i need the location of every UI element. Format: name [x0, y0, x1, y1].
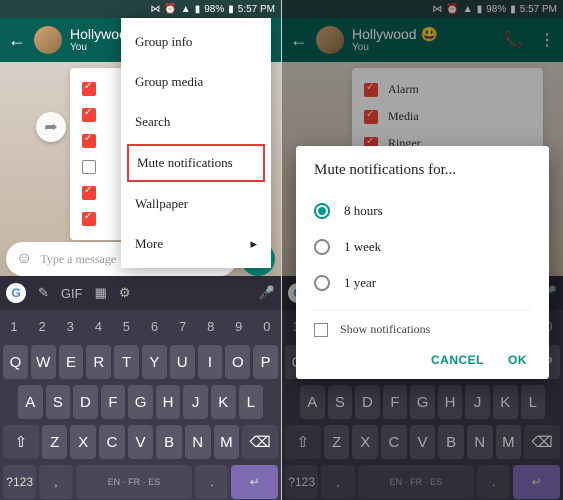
key[interactable]: O	[225, 345, 250, 379]
key[interactable]: W	[31, 345, 56, 379]
key[interactable]: 4	[84, 310, 112, 342]
google-icon[interactable]: G	[6, 283, 26, 303]
key[interactable]: K	[211, 385, 236, 419]
dialog-title: Mute notifications for...	[314, 162, 531, 179]
menu-wallpaper[interactable]: Wallpaper	[121, 184, 271, 224]
menu-group-media[interactable]: Group media	[121, 62, 271, 102]
symbols-key[interactable]: ?123	[3, 465, 36, 499]
chevron-right-icon: ▸	[250, 236, 257, 252]
checkbox-icon	[82, 160, 96, 174]
key[interactable]: U	[170, 345, 195, 379]
status-bar: ⋈ ⏰ ▲ ▮ 98% ▮ 5:57 PM	[0, 0, 281, 18]
key[interactable]: A	[18, 385, 43, 419]
key[interactable]: 6	[140, 310, 168, 342]
kb-row2: ASDFGHJKL	[0, 382, 281, 422]
menu-search[interactable]: Search	[121, 102, 271, 142]
checkbox-icon	[82, 82, 96, 96]
backspace-key[interactable]: ⌫	[242, 425, 278, 459]
radio-icon	[314, 203, 330, 219]
wifi-icon: ▲	[181, 4, 191, 15]
back-button[interactable]: ←	[8, 30, 26, 51]
ok-button[interactable]: OK	[508, 353, 527, 367]
comma-key[interactable]: ,	[39, 465, 72, 499]
menu-group-info[interactable]: Group info	[121, 22, 271, 62]
kb-row3: ⇧ ZXCVBNM ⌫	[0, 422, 281, 462]
key[interactable]: 8	[197, 310, 225, 342]
show-notifications-checkbox[interactable]: Show notifications	[314, 309, 531, 345]
key[interactable]: L	[239, 385, 264, 419]
battery-pct: 98%	[204, 4, 224, 15]
clock: 5:57 PM	[238, 4, 275, 15]
key[interactable]: T	[114, 345, 139, 379]
checkbox-icon	[82, 108, 96, 122]
forward-fab[interactable]: ➦	[36, 112, 66, 142]
screen-right: ⋈ ⏰ ▲ ▮ 98% ▮ 5:57 PM ← Hollywood😃 You 📞…	[282, 0, 563, 500]
key[interactable]: 9	[225, 310, 253, 342]
kb-mic-icon[interactable]: 🎤	[259, 285, 275, 301]
checkbox-icon	[82, 212, 96, 226]
key[interactable]: G	[128, 385, 153, 419]
key[interactable]: N	[185, 425, 211, 459]
alarm-icon: ⏰	[164, 4, 176, 15]
kb-settings-icon[interactable]: ⚙	[119, 285, 131, 301]
avatar[interactable]	[34, 26, 62, 54]
radio-1year[interactable]: 1 year	[314, 265, 531, 301]
shift-key[interactable]: ⇧	[3, 425, 39, 459]
radio-8hours[interactable]: 8 hours	[314, 193, 531, 229]
kb-bottom: ?123 , EN · FR · ES . ↵	[0, 462, 281, 500]
key[interactable]: 3	[56, 310, 84, 342]
radio-1week[interactable]: 1 week	[314, 229, 531, 265]
key[interactable]: Z	[42, 425, 68, 459]
key[interactable]: B	[156, 425, 182, 459]
kb-handwrite-icon[interactable]: ✎	[38, 285, 49, 301]
key[interactable]: R	[86, 345, 111, 379]
menu-more[interactable]: More▸	[121, 224, 271, 264]
mute-dialog: Mute notifications for... 8 hours 1 week…	[296, 146, 549, 379]
kb-num-row: 1234567890	[0, 310, 281, 342]
signal-icon: ▮	[195, 4, 201, 15]
key[interactable]: S	[46, 385, 71, 419]
key[interactable]: H	[156, 385, 181, 419]
key[interactable]: 1	[0, 310, 28, 342]
checkbox-icon	[82, 134, 96, 148]
key[interactable]: F	[101, 385, 126, 419]
key[interactable]: J	[183, 385, 208, 419]
enter-key[interactable]: ↵	[231, 465, 278, 499]
key[interactable]: 7	[169, 310, 197, 342]
emoji-icon[interactable]: ☺	[16, 250, 32, 268]
cancel-button[interactable]: CANCEL	[431, 353, 484, 367]
screen-left: ⋈ ⏰ ▲ ▮ 98% ▮ 5:57 PM ← Hollywood😃 You ➦…	[0, 0, 281, 500]
nfc-icon: ⋈	[150, 4, 160, 15]
radio-icon	[314, 239, 330, 255]
keyboard: G ✎ GIF ▦ ⚙ 🎤 1234567890 QWERTYUIOP ASDF…	[0, 276, 281, 500]
key[interactable]: D	[73, 385, 98, 419]
key[interactable]: X	[70, 425, 96, 459]
menu-mute-notifications[interactable]: Mute notifications	[127, 144, 265, 182]
key[interactable]: 5	[112, 310, 140, 342]
checkbox-icon	[314, 323, 328, 337]
key[interactable]: 0	[253, 310, 281, 342]
key[interactable]: M	[214, 425, 240, 459]
kb-row1: QWERTYUIOP	[0, 342, 281, 382]
key[interactable]: I	[198, 345, 223, 379]
key[interactable]: E	[59, 345, 84, 379]
space-key[interactable]: EN · FR · ES	[76, 465, 193, 499]
kb-gif[interactable]: GIF	[61, 286, 83, 301]
overflow-menu: Group info Group media Search Mute notif…	[121, 18, 271, 268]
kb-clipboard-icon[interactable]: ▦	[95, 285, 107, 301]
key[interactable]: 2	[28, 310, 56, 342]
key[interactable]: C	[99, 425, 125, 459]
period-key[interactable]: .	[195, 465, 228, 499]
key[interactable]: V	[128, 425, 154, 459]
battery-icon: ▮	[228, 4, 234, 15]
checkbox-icon	[82, 186, 96, 200]
key[interactable]: P	[253, 345, 278, 379]
key[interactable]: Y	[142, 345, 167, 379]
key[interactable]: Q	[3, 345, 28, 379]
radio-icon	[314, 275, 330, 291]
